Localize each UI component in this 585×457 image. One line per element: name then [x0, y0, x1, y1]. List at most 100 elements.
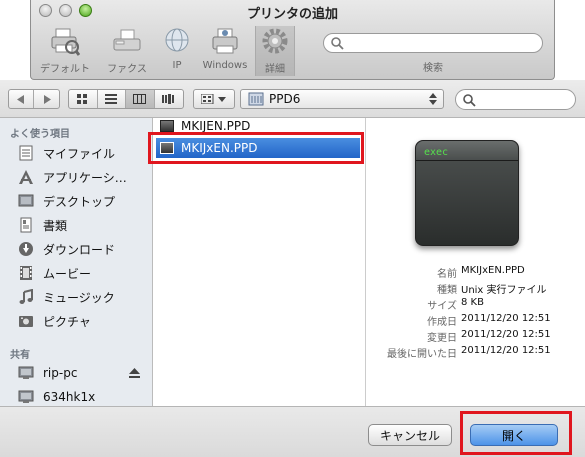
info-key: サイズ — [427, 301, 457, 312]
folder-icon — [248, 92, 264, 106]
list-view-button[interactable] — [98, 90, 126, 108]
pictures-icon — [19, 316, 33, 327]
ip-globe-icon — [165, 28, 189, 52]
window-title: プリンタの追加 — [246, 7, 338, 22]
cancel-button[interactable]: キャンセル — [368, 424, 452, 446]
file-column: MKIJEN.PPD MKIJxEN.PPD — [148, 118, 366, 406]
column-view-icon — [133, 94, 147, 104]
sidebar-item-rip-pc[interactable]: rip-pc — [18, 362, 148, 384]
sidebar-item-downloads[interactable]: ダウンロード — [18, 238, 148, 260]
sidebar-item-my-files[interactable]: マイファイル — [18, 142, 148, 164]
info-value: 2011/12/20 12:51 — [461, 313, 551, 324]
info-value: 8 KB — [461, 297, 484, 308]
toolbar-search-label: 検索 — [423, 63, 443, 74]
toolbar-advanced-label: 詳細 — [265, 64, 285, 75]
toolbar-advanced[interactable]: 詳細 — [255, 26, 295, 76]
arrange-icon — [201, 94, 226, 104]
icon-view-icon — [77, 94, 88, 104]
toolbar-fax[interactable]: ファクス — [99, 26, 155, 76]
sidebar-shared-heading: 共有 — [10, 350, 30, 361]
info-value: 2011/12/20 12:51 — [461, 345, 551, 356]
sidebar-item-label: ピクチャ — [43, 314, 91, 329]
info-key: 変更日 — [427, 333, 457, 344]
sidebar-item-label: 書類 — [43, 218, 68, 233]
my-files-icon — [19, 145, 33, 161]
sidebar-item-desktop[interactable]: デスクトップ — [18, 190, 148, 212]
toolbar-default[interactable]: デフォルト — [37, 26, 93, 76]
updown-chevron-icon — [429, 93, 437, 105]
info-row: 最後に開いた日 2011/12/20 12:51 — [367, 345, 585, 361]
sidebar-item-documents[interactable]: 書類 — [18, 214, 148, 236]
sidebar-item-label: 634hk1x — [43, 390, 96, 404]
search-icon — [331, 37, 344, 50]
sidebar-item-movies[interactable]: ムービー — [18, 262, 148, 284]
desktop-icon — [18, 194, 34, 207]
sidebar-item-label: アプリケーシ… — [43, 170, 127, 185]
applications-icon — [19, 170, 33, 184]
eject-icon[interactable] — [129, 368, 140, 378]
computer-icon — [18, 366, 34, 379]
sidebar-item-label: ミュージック — [43, 290, 115, 305]
toolbar-search-input[interactable] — [323, 33, 543, 53]
sidebar-item-label: ムービー — [43, 266, 92, 281]
search-input[interactable] — [455, 89, 576, 110]
forward-button[interactable] — [34, 90, 59, 108]
info-row: 名前 MKIJxEN.PPD — [367, 265, 585, 281]
info-value: Unix 実行ファイル — [461, 285, 547, 296]
info-row: サイズ 8 KB — [367, 297, 585, 313]
arrange-icon-wrap — [194, 90, 234, 108]
downloads-icon — [19, 242, 33, 256]
sidebar: よく使う項目 マイファイル アプリケーシ… デスクトップ 書類 ダウンロード ム… — [0, 118, 153, 406]
arrange-menu-button[interactable] — [193, 89, 235, 109]
title-bar: プリンタの追加 — [31, 0, 554, 22]
movies-icon — [20, 266, 32, 280]
sidebar-item-label: マイファイル — [43, 146, 116, 161]
dialog-button-bar: キャンセル 開く — [0, 406, 585, 457]
list-item[interactable]: MKIJEN.PPD — [156, 119, 360, 133]
column-view-button[interactable] — [126, 90, 155, 108]
computer-icon — [18, 390, 34, 403]
info-key: 作成日 — [427, 317, 457, 328]
sidebar-item-634hk1x[interactable]: 634hk1x — [18, 386, 148, 406]
sidebar-item-applications[interactable]: アプリケーシ… — [18, 166, 148, 188]
gear-icon — [262, 28, 288, 54]
info-value: MKIJxEN.PPD — [461, 265, 525, 276]
highlight-box — [460, 411, 572, 455]
default-printer-icon — [51, 28, 80, 56]
info-row: 作成日 2011/12/20 12:51 — [367, 313, 585, 329]
path-popup-menu[interactable]: PPD6 — [240, 89, 444, 109]
info-row: 変更日 2011/12/20 12:51 — [367, 329, 585, 345]
info-key: 最後に開いた日 — [387, 349, 457, 360]
info-value: 2011/12/20 12:51 — [461, 329, 551, 340]
file-name: MKIJEN.PPD — [181, 119, 251, 133]
sidebar-item-label: デスクトップ — [43, 194, 116, 209]
back-button[interactable] — [9, 90, 34, 108]
search-icon — [463, 94, 476, 107]
toolbar-default-label: デフォルト — [40, 64, 90, 75]
sidebar-favorites-heading: よく使う項目 — [10, 129, 70, 140]
back-forward-control — [8, 89, 60, 109]
sidebar-item-pictures[interactable]: ピクチャ — [18, 310, 148, 332]
forward-arrow-icon — [43, 94, 51, 104]
back-arrow-icon — [17, 94, 24, 104]
fax-icon — [113, 29, 141, 51]
sidebar-item-music[interactable]: ミュージック — [18, 286, 148, 308]
info-key: 名前 — [437, 269, 457, 280]
icon-view-button[interactable] — [69, 90, 98, 108]
preview-pane: exec 名前 MKIJxEN.PPD 種類 Unix 実行ファイル サイズ 8… — [367, 118, 585, 406]
coverflow-view-button[interactable] — [155, 90, 183, 108]
path-popup-label: PPD6 — [269, 92, 301, 106]
windows-printer-icon — [212, 28, 238, 54]
list-view-icon — [105, 94, 118, 104]
highlight-box — [148, 132, 364, 164]
documents-icon — [20, 217, 32, 233]
sidebar-item-label: rip-pc — [43, 366, 78, 380]
document-icon — [160, 120, 174, 132]
music-icon — [19, 289, 33, 304]
view-mode-control — [68, 89, 184, 109]
exec-icon-text: exec — [424, 147, 449, 158]
info-key: 種類 — [437, 285, 457, 296]
toolbar-windows[interactable]: Windows — [197, 26, 253, 76]
coverflow-view-icon — [162, 94, 175, 104]
info-row: 種類 Unix 実行ファイル — [367, 281, 585, 297]
